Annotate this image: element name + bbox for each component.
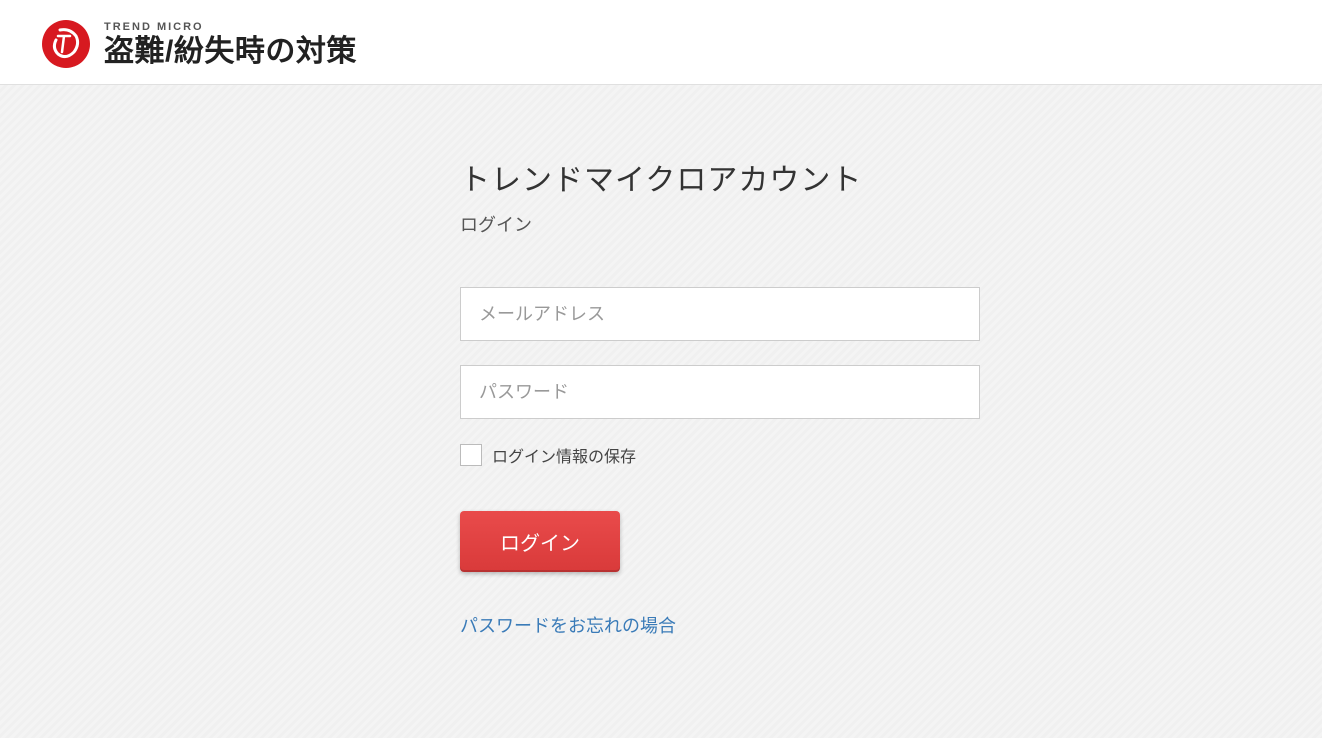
login-form: トレンドマイクロアカウント ログイン ログイン情報の保存 ログイン パスワードを… [460,155,980,638]
forgot-password-link[interactable]: パスワードをお忘れの場合 [460,616,676,636]
password-field[interactable] [460,365,980,419]
app-title: 盗難/紛失時の対策 [104,37,357,67]
login-heading: トレンドマイクロアカウント [460,155,980,199]
remember-label: ログイン情報の保存 [492,443,636,467]
brand-logo-icon [40,18,92,70]
email-field[interactable] [460,287,980,341]
login-button[interactable]: ログイン [460,511,620,572]
header: TREND MICRO 盗難/紛失時の対策 [0,0,1322,85]
remember-checkbox[interactable] [460,444,482,466]
brand-name: TREND MICRO [104,22,357,33]
login-subheading: ログイン [460,211,980,237]
content-area: トレンドマイクロアカウント ログイン ログイン情報の保存 ログイン パスワードを… [0,85,1322,738]
